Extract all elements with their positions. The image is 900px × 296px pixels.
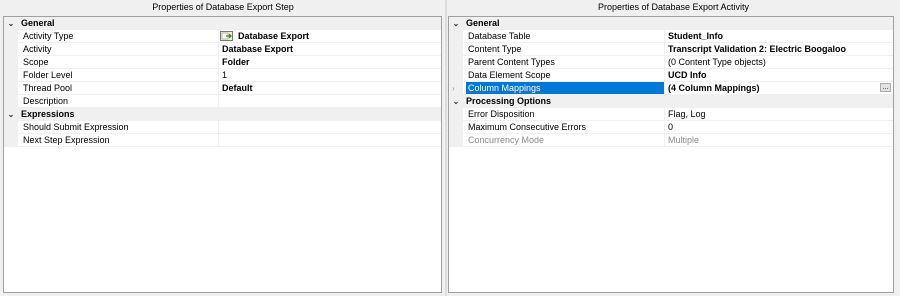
property-activity-type[interactable]: Activity Type Database Export bbox=[4, 30, 441, 43]
property-max-consecutive-errors[interactable]: Maximum Consecutive Errors 0 bbox=[449, 121, 893, 134]
property-value[interactable]: (4 Column Mappings) bbox=[665, 82, 760, 94]
category-general[interactable]: ⌄ General bbox=[449, 17, 893, 30]
property-thread-pool[interactable]: Thread Pool Default bbox=[4, 82, 441, 95]
property-next-step-expression[interactable]: Next Step Expression bbox=[4, 134, 441, 147]
property-value: Multiple bbox=[668, 135, 700, 145]
property-database-table[interactable]: Database Table Student_Info bbox=[449, 30, 893, 43]
property-name: Next Step Expression bbox=[21, 134, 219, 146]
property-name: Parent Content Types bbox=[466, 56, 665, 68]
collapse-icon[interactable]: ⌄ bbox=[4, 17, 18, 29]
property-value[interactable]: Flag, Log bbox=[665, 108, 706, 120]
left-pane-title: Properties of Database Export Step bbox=[152, 2, 294, 12]
property-value[interactable]: Default bbox=[219, 82, 253, 94]
property-name: Activity bbox=[21, 43, 219, 55]
property-error-disposition[interactable]: Error Disposition Flag, Log bbox=[449, 108, 893, 121]
right-pane-title: Properties of Database Export Activity bbox=[597, 2, 750, 12]
expand-arrow-icon[interactable]: › bbox=[452, 82, 455, 95]
property-name: Error Disposition bbox=[466, 108, 665, 120]
left-property-pane: Properties of Database Export Step ⌄ Gen… bbox=[0, 0, 446, 296]
property-should-submit-expression[interactable]: Should Submit Expression bbox=[4, 121, 441, 134]
property-value[interactable]: Database Export bbox=[219, 43, 293, 55]
property-value[interactable]: (0 Content Type objects) bbox=[665, 56, 766, 68]
property-description[interactable]: Description bbox=[4, 95, 441, 108]
property-value[interactable] bbox=[219, 121, 222, 133]
collapse-icon[interactable]: ⌄ bbox=[4, 108, 18, 120]
property-name: Database Table bbox=[466, 30, 665, 42]
category-label: Expressions bbox=[21, 109, 75, 119]
property-value[interactable]: 1 bbox=[219, 69, 227, 81]
property-parent-content-types[interactable]: Parent Content Types (0 Content Type obj… bbox=[449, 56, 893, 69]
property-value[interactable]: Student_Info bbox=[665, 30, 723, 42]
right-property-pane: Properties of Database Export Activity ⌄… bbox=[447, 0, 900, 296]
property-value[interactable]: UCD Info bbox=[665, 69, 707, 81]
left-property-grid: ⌄ General Activity Type Database Export … bbox=[3, 16, 442, 293]
category-label: General bbox=[21, 18, 55, 28]
category-processing-options[interactable]: ⌄ Processing Options bbox=[449, 95, 893, 108]
property-name: Column Mappings bbox=[466, 82, 665, 94]
property-name: Data Element Scope bbox=[466, 69, 665, 81]
category-label: Processing Options bbox=[466, 96, 552, 106]
collapse-icon[interactable]: ⌄ bbox=[449, 17, 463, 29]
row-gutter bbox=[4, 30, 18, 42]
category-general[interactable]: ⌄ General bbox=[4, 17, 441, 30]
property-activity[interactable]: Activity Database Export bbox=[4, 43, 441, 56]
property-folder-level[interactable]: Folder Level 1 bbox=[4, 69, 441, 82]
property-name: Description bbox=[21, 95, 219, 107]
property-name: Maximum Consecutive Errors bbox=[466, 121, 665, 133]
property-scope[interactable]: Scope Folder bbox=[4, 56, 441, 69]
property-content-type[interactable]: Content Type Transcript Validation 2: El… bbox=[449, 43, 893, 56]
property-name: Folder Level bbox=[21, 69, 219, 81]
property-name: Activity Type bbox=[21, 30, 219, 42]
property-data-element-scope[interactable]: Data Element Scope UCD Info bbox=[449, 69, 893, 82]
database-export-icon bbox=[220, 31, 233, 41]
property-column-mappings[interactable]: › Column Mappings (4 Column Mappings) ..… bbox=[449, 82, 893, 95]
property-value[interactable]: Transcript Validation 2: Electric Boogal… bbox=[665, 43, 846, 55]
property-value[interactable]: 0 bbox=[665, 121, 673, 133]
ellipsis-button[interactable]: ... bbox=[880, 83, 891, 92]
property-value[interactable]: Folder bbox=[219, 56, 250, 68]
property-value[interactable] bbox=[219, 134, 222, 146]
property-name: Thread Pool bbox=[21, 82, 219, 94]
property-value[interactable]: Database Export bbox=[219, 30, 309, 42]
property-name: Concurrency Mode bbox=[466, 134, 665, 146]
property-name: Scope bbox=[21, 56, 219, 68]
category-label: General bbox=[466, 18, 500, 28]
right-property-grid: ⌄ General Database Table Student_Info Co… bbox=[448, 16, 894, 293]
property-concurrency-mode: Concurrency Mode Multiple bbox=[449, 134, 893, 147]
property-name: Content Type bbox=[466, 43, 665, 55]
collapse-icon[interactable]: ⌄ bbox=[449, 95, 463, 107]
property-name: Should Submit Expression bbox=[21, 121, 219, 133]
category-expressions[interactable]: ⌄ Expressions bbox=[4, 108, 441, 121]
property-value[interactable] bbox=[219, 95, 222, 107]
